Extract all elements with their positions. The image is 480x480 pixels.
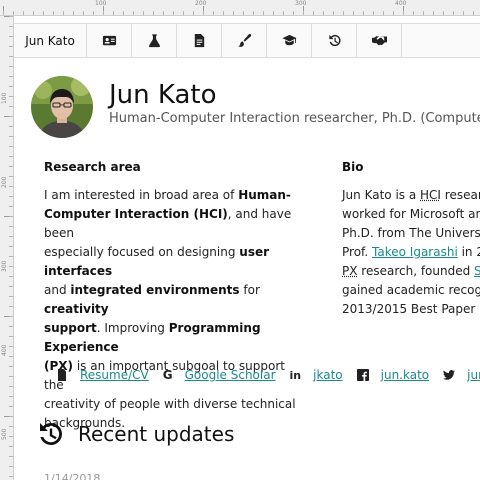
abbreviation: HCI (420, 188, 441, 202)
bio-description: Jun Kato is a HCI research worked for Mic… (342, 186, 480, 319)
ruler-label: 500 (1, 428, 8, 440)
history-icon (328, 34, 341, 47)
ruler-label: 200 (1, 176, 8, 188)
facebook-link[interactable]: jun.kato (381, 368, 430, 382)
profile-name: Jun Kato (109, 80, 217, 110)
graduation-cap-icon (281, 34, 297, 46)
google-icon: G (162, 368, 173, 382)
ruler-label: 100 (95, 0, 107, 7)
nav-education[interactable] (267, 24, 312, 57)
update-date: 1/14/2018 (44, 472, 101, 480)
bio-line: 2013/2015 Best Paper Ho (342, 302, 480, 316)
nav-publications[interactable] (177, 24, 222, 57)
horizontal-ruler: 100 200 300 400 (0, 0, 480, 16)
document-icon (194, 33, 204, 48)
bio-heading: Bio (342, 160, 364, 174)
nav-home-label: Jun Kato (25, 33, 75, 48)
recent-updates-heading: Recent updates (78, 422, 235, 446)
id-card-icon (102, 35, 116, 46)
ruler-label: 300 (1, 260, 8, 272)
ruler-label: 100 (1, 92, 8, 104)
inline-link[interactable]: Takeo Igarashi (372, 245, 458, 259)
bio-line: PX research, founded SIG (342, 262, 480, 281)
research-line: Computer Interaction (HCI), and have bee… (44, 207, 292, 240)
research-heading: Research area (44, 160, 141, 174)
ruler-label: 400 (395, 0, 407, 7)
handshake-icon (371, 36, 387, 46)
paintbrush-icon (237, 33, 251, 47)
research-line: I am interested in broad area of Human- (44, 188, 291, 202)
bio-line: worked for Microsoft and (342, 207, 480, 221)
nav-home[interactable]: Jun Kato (14, 24, 87, 57)
bio-line: Ph.D. from The University (342, 226, 480, 240)
flask-icon (148, 34, 160, 48)
facebook-icon (356, 369, 369, 381)
bio-line: Jun Kato is a HCI research (342, 188, 480, 202)
page: Jun Kato Jun Kato Human-Computer Interac… (14, 16, 480, 480)
research-description: I am interested in broad area of Human- C… (44, 186, 306, 433)
profile-subtitle: Human-Computer Interaction researcher, P… (109, 111, 480, 126)
nav-design[interactable] (222, 24, 267, 57)
bio-line: Prof. Takeo Igarashi in 20 (342, 245, 480, 259)
twitter-link[interactable]: junka (467, 368, 480, 382)
nav-research[interactable] (132, 24, 177, 57)
abbreviation: PX (342, 264, 358, 278)
top-navbar: Jun Kato (14, 23, 480, 58)
ruler-label: 400 (1, 344, 8, 356)
nav-profile[interactable] (87, 24, 132, 57)
resume-link[interactable]: Resume/CV (80, 368, 149, 382)
bio-line: gained academic recogni (342, 283, 480, 297)
profile-links: Resume/CV G Google Scholar in jkato jun.… (56, 365, 480, 385)
research-line: creativity of people with diverse techni… (44, 397, 296, 411)
history-icon (36, 420, 64, 448)
ruler-label: 300 (295, 0, 307, 7)
research-line: especially focused on designing user int… (44, 245, 270, 278)
ruler-label: 200 (195, 0, 207, 7)
vertical-ruler: 100 200 300 400 500 (0, 16, 14, 480)
research-line: and integrated environments for creativi… (44, 283, 260, 316)
twitter-icon (443, 369, 456, 381)
avatar (31, 76, 93, 138)
document-icon (56, 369, 68, 381)
nav-collaboration[interactable] (357, 24, 402, 57)
linkedin-icon: in (289, 368, 302, 382)
inline-link[interactable]: SIG (474, 264, 480, 278)
research-line: support. Improving Programming Experienc… (44, 321, 261, 354)
nav-history[interactable] (312, 24, 357, 57)
google-scholar-link[interactable]: Google Scholar (185, 368, 276, 382)
linkedin-link[interactable]: jkato (313, 368, 342, 382)
